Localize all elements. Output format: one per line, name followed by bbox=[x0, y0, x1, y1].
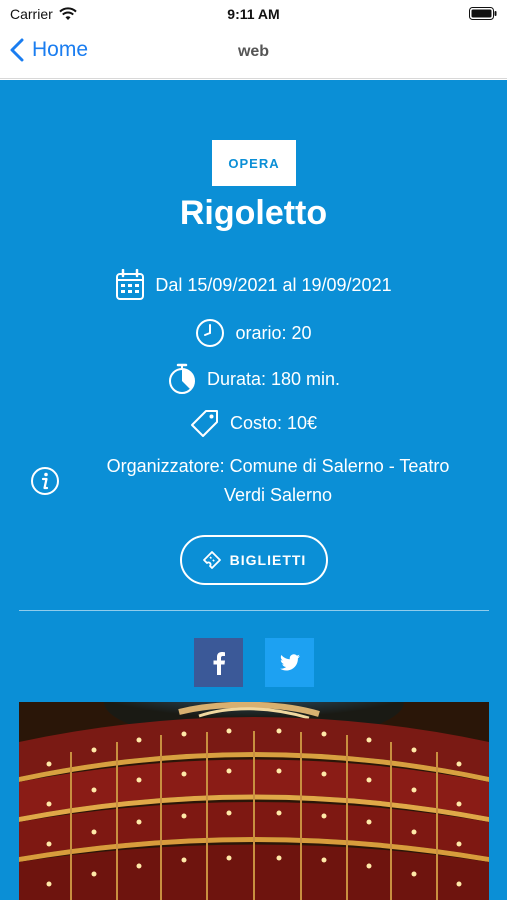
event-time-row: orario: 20 bbox=[0, 318, 507, 348]
share-twitter-button[interactable] bbox=[265, 638, 314, 687]
event-cost-row: Costo: 10€ bbox=[0, 408, 507, 438]
event-dates: Dal 15/09/2021 al 19/09/2021 bbox=[155, 274, 392, 295]
status-time: 9:11 AM bbox=[227, 6, 280, 22]
tag-icon bbox=[190, 408, 220, 438]
event-time: orario: 20 bbox=[235, 322, 312, 343]
category-label: OPERA bbox=[228, 155, 280, 171]
ticket-icon bbox=[202, 551, 221, 569]
event-organizer-row: Organizzatore: Comune di Salerno - Teatr… bbox=[30, 452, 480, 510]
organizer-line-2: Verdi Salerno bbox=[223, 485, 333, 505]
twitter-icon bbox=[279, 654, 300, 671]
facebook-icon bbox=[213, 651, 225, 675]
divider bbox=[19, 610, 489, 611]
tickets-button[interactable]: BIGLIETTI bbox=[180, 535, 328, 585]
event-dates-row: Dal 15/09/2021 al 19/09/2021 bbox=[0, 269, 507, 301]
event-organizer: Organizzatore: Comune di Salerno - Teatr… bbox=[76, 452, 480, 510]
event-title: Rigoletto bbox=[179, 194, 328, 232]
stopwatch-icon bbox=[167, 363, 197, 395]
page-title: web bbox=[237, 43, 270, 60]
event-image bbox=[19, 702, 489, 900]
battery-icon bbox=[469, 7, 497, 20]
event-duration: Durata: 180 min. bbox=[206, 368, 341, 389]
category-badge: OPERA bbox=[212, 140, 296, 186]
tickets-button-label: BIGLIETTI bbox=[229, 552, 307, 568]
calendar-icon bbox=[115, 269, 145, 301]
event-duration-row: Durata: 180 min. bbox=[0, 363, 507, 395]
event-detail: OPERA Rigoletto Dal 15/09/2021 al 19/09/… bbox=[0, 80, 507, 900]
status-bar: Carrier 9:11 AM bbox=[0, 0, 507, 28]
theatre-interior-illustration bbox=[19, 702, 489, 900]
share-facebook-button[interactable] bbox=[194, 638, 243, 687]
event-cost: Costo: 10€ bbox=[229, 412, 318, 433]
info-icon bbox=[31, 467, 59, 495]
organizer-line-1: Organizzatore: Comune di Salerno - Teatr… bbox=[106, 456, 450, 476]
clock-icon bbox=[195, 318, 225, 348]
navigation-bar: Home web bbox=[0, 28, 507, 79]
